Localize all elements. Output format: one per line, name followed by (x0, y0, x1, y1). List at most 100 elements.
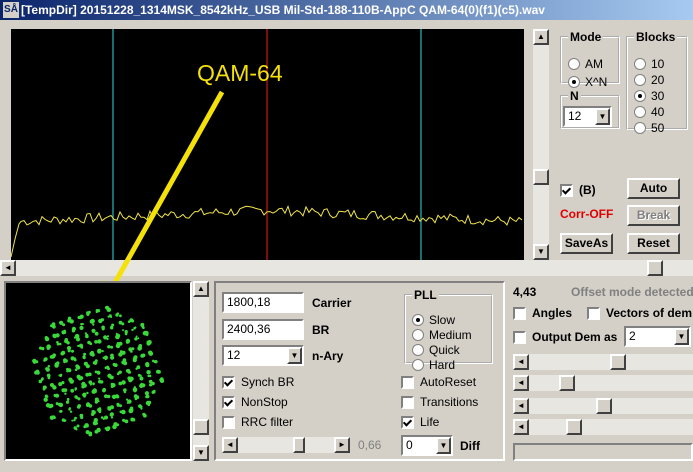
scroll-thumb[interactable] (193, 419, 209, 435)
mode-option-am[interactable]: AM (568, 56, 603, 72)
radio-50[interactable] (634, 122, 646, 134)
transitions-checkbox[interactable]: Transitions (401, 394, 478, 410)
constellation-point (86, 404, 89, 407)
constellation-point (50, 354, 56, 359)
pll-option-hard[interactable]: Hard (412, 357, 455, 373)
scroll-left-icon[interactable]: ◄ (513, 354, 529, 370)
radio-40[interactable] (634, 106, 646, 118)
constellation-point (35, 360, 39, 364)
constellation-point (118, 381, 123, 386)
transitions-box[interactable] (401, 395, 414, 409)
radio-xn[interactable] (568, 76, 580, 88)
n-select[interactable]: 12 ▼ (563, 106, 612, 127)
break-button[interactable]: Break (627, 205, 680, 226)
blocks-option-30[interactable]: 30 (634, 88, 664, 104)
radio-quick[interactable] (412, 344, 424, 356)
carrier-input[interactable]: 1800,18 (222, 292, 304, 313)
mode-am-label: AM (585, 57, 603, 71)
nonstop-box[interactable] (222, 395, 235, 409)
scroll-right-icon[interactable]: ► (334, 437, 350, 453)
right-slider-2-thumb[interactable] (558, 375, 575, 391)
constellation-point (129, 406, 134, 410)
life-box[interactable] (401, 415, 414, 429)
right-slider-2[interactable]: ◄ (513, 375, 693, 391)
constellation-point (118, 370, 122, 374)
radio-slow[interactable] (412, 314, 424, 326)
constellation-point (121, 380, 125, 384)
constellation-point (67, 316, 72, 320)
nonstop-checkbox[interactable]: NonStop (222, 394, 288, 410)
scroll-left-icon[interactable]: ◄ (513, 398, 529, 414)
rrc-box[interactable] (222, 415, 235, 429)
autoreset-checkbox[interactable]: AutoReset (401, 374, 476, 390)
radio-hard[interactable] (412, 359, 424, 371)
pll-option-quick[interactable]: Quick (412, 342, 460, 358)
vectors-box[interactable] (587, 306, 600, 320)
rrc-checkbox[interactable]: RRC filter (222, 414, 293, 430)
n-legend: N (570, 89, 579, 103)
blocks-option-10[interactable]: 10 (634, 56, 664, 72)
pll-option-medium[interactable]: Medium (412, 327, 472, 343)
scroll-left-icon[interactable]: ◄ (513, 419, 529, 435)
scroll-down-icon[interactable]: ▼ (193, 445, 209, 461)
chevron-down-icon[interactable]: ▼ (595, 108, 610, 125)
br-input[interactable]: 2400,36 (222, 319, 304, 340)
constellation-point (58, 342, 62, 346)
gain-slider[interactable]: ◄ ► (222, 437, 350, 453)
mode-option-xn[interactable]: X^N (568, 74, 607, 90)
synch-br-checkbox[interactable]: Synch BR (222, 374, 294, 390)
pll-medium-label: Medium (429, 328, 472, 342)
constellation-point (119, 350, 123, 353)
autoreset-box[interactable] (401, 375, 414, 389)
angles-checkbox[interactable]: Angles (513, 305, 572, 321)
constellation-point (51, 322, 56, 326)
constellation-point (110, 416, 114, 419)
right-slider-3[interactable]: ◄ (513, 398, 693, 414)
blocks-option-40[interactable]: 40 (634, 104, 664, 120)
constellation-display[interactable] (4, 281, 192, 461)
saveas-button[interactable]: SaveAs (560, 233, 613, 254)
chevron-down-icon[interactable]: ▼ (436, 437, 451, 454)
blocks-option-20[interactable]: 20 (634, 72, 664, 88)
radio-30[interactable] (634, 90, 646, 102)
blocks-option-50[interactable]: 50 (634, 120, 664, 136)
output-dem-box[interactable] (513, 330, 526, 344)
constellation-point (55, 402, 59, 406)
synch-br-box[interactable] (222, 375, 235, 389)
b-check-box[interactable] (560, 183, 573, 197)
radio-20[interactable] (634, 74, 646, 86)
auto-button[interactable]: Auto (627, 178, 680, 199)
radio-medium[interactable] (412, 329, 424, 341)
scroll-left-icon[interactable]: ◄ (222, 437, 238, 453)
scroll-left-icon[interactable]: ◄ (513, 375, 529, 391)
vectors-checkbox[interactable]: Vectors of dem (587, 305, 692, 321)
blocks-10-label: 10 (651, 57, 665, 71)
right-slider-3-thumb[interactable] (595, 398, 612, 414)
reset-button[interactable]: Reset (627, 233, 680, 254)
constellation-point (149, 383, 153, 387)
constellation-point (146, 341, 151, 346)
nary-select[interactable]: 12 ▼ (222, 345, 304, 366)
pll-option-slow[interactable]: Slow (412, 312, 455, 328)
output-dem-select[interactable]: 2 ▼ (624, 326, 691, 347)
constellation-point (50, 383, 54, 387)
chevron-down-icon[interactable]: ▼ (674, 328, 689, 345)
radio-10[interactable] (634, 58, 646, 70)
angles-box[interactable] (513, 306, 526, 320)
radio-am[interactable] (568, 58, 580, 70)
scroll-up-icon[interactable]: ▲ (193, 281, 209, 297)
nary-label: n-Ary (312, 349, 344, 363)
constellation-point (71, 419, 74, 422)
right-slider-4[interactable]: ◄ (513, 419, 693, 435)
gain-slider-thumb[interactable] (293, 437, 306, 453)
diff-select[interactable]: 0 ▼ (401, 435, 453, 456)
b-checkbox[interactable]: (B) (560, 182, 596, 198)
constellation-point (140, 405, 143, 408)
constellation-vscroll[interactable]: ▲ ▼ (193, 281, 209, 461)
life-checkbox[interactable]: Life (401, 414, 439, 430)
chevron-down-icon[interactable]: ▼ (287, 347, 302, 364)
output-dem-checkbox[interactable]: Output Dem as (513, 329, 617, 345)
right-slider-1[interactable]: ◄ (513, 354, 693, 370)
right-slider-1-thumb[interactable] (610, 354, 627, 370)
right-slider-4-thumb[interactable] (566, 419, 582, 435)
